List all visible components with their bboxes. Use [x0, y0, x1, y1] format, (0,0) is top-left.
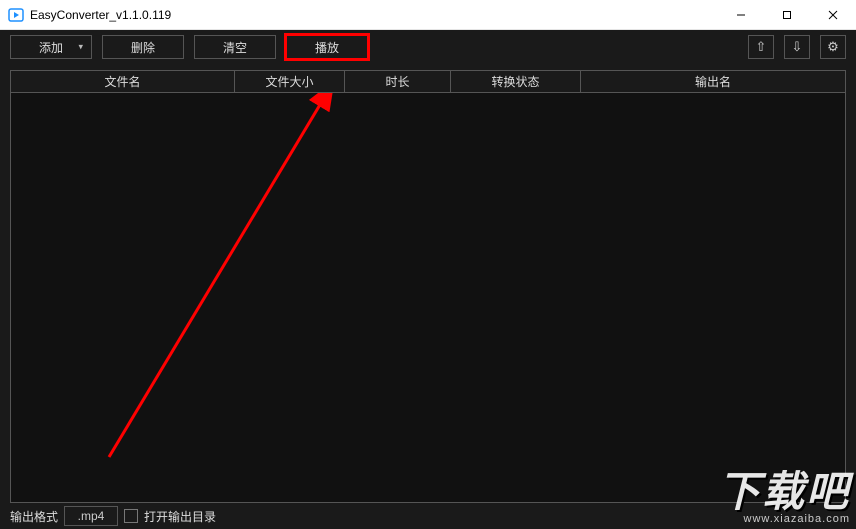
move-up-button[interactable]: ⇧ [748, 35, 774, 59]
column-header-duration[interactable]: 时长 [345, 71, 451, 92]
add-button-label: 添加 [39, 39, 63, 56]
output-format-select[interactable]: .mp4 [64, 506, 118, 526]
add-button[interactable]: 添加 ▾ [10, 35, 92, 59]
app-body: 添加 ▾ 删除 清空 播放 ⇧ ⇩ ⚙ 文件名 文件大小 时长 转换状态 输出名 [0, 30, 856, 529]
play-button-label: 播放 [315, 39, 339, 56]
column-header-output[interactable]: 输出名 [581, 71, 845, 92]
output-format-label: 输出格式 [10, 508, 58, 525]
titlebar: EasyConverter_v1.1.0.119 [0, 0, 856, 30]
arrow-up-icon: ⇧ [756, 39, 767, 55]
footer-bar: 输出格式 .mp4 打开输出目录 [0, 503, 856, 529]
column-header-filesize[interactable]: 文件大小 [235, 71, 345, 92]
table-body[interactable] [11, 93, 845, 502]
column-header-filename[interactable]: 文件名 [11, 71, 235, 92]
app-icon [8, 7, 24, 23]
gear-icon: ⚙ [827, 39, 839, 55]
file-table: 文件名 文件大小 时长 转换状态 输出名 [10, 70, 846, 503]
delete-button[interactable]: 删除 [102, 35, 184, 59]
maximize-button[interactable] [764, 0, 810, 29]
play-button[interactable]: 播放 [286, 35, 368, 59]
open-output-dir-label: 打开输出目录 [144, 508, 216, 525]
dropdown-caret-icon: ▾ [78, 42, 83, 53]
toolbar: 添加 ▾ 删除 清空 播放 ⇧ ⇩ ⚙ [0, 30, 856, 64]
move-down-button[interactable]: ⇩ [784, 35, 810, 59]
delete-button-label: 删除 [131, 39, 155, 56]
close-button[interactable] [810, 0, 856, 29]
clear-button[interactable]: 清空 [194, 35, 276, 59]
window-controls [718, 0, 856, 29]
settings-button[interactable]: ⚙ [820, 35, 846, 59]
open-output-dir-checkbox[interactable] [124, 509, 138, 523]
minimize-button[interactable] [718, 0, 764, 29]
clear-button-label: 清空 [223, 39, 247, 56]
column-header-status[interactable]: 转换状态 [451, 71, 581, 92]
output-format-value: .mp4 [78, 509, 105, 523]
table-header-row: 文件名 文件大小 时长 转换状态 输出名 [11, 71, 845, 93]
arrow-down-icon: ⇩ [792, 39, 803, 55]
window-title: EasyConverter_v1.1.0.119 [30, 8, 718, 22]
annotation-arrow [11, 93, 847, 513]
